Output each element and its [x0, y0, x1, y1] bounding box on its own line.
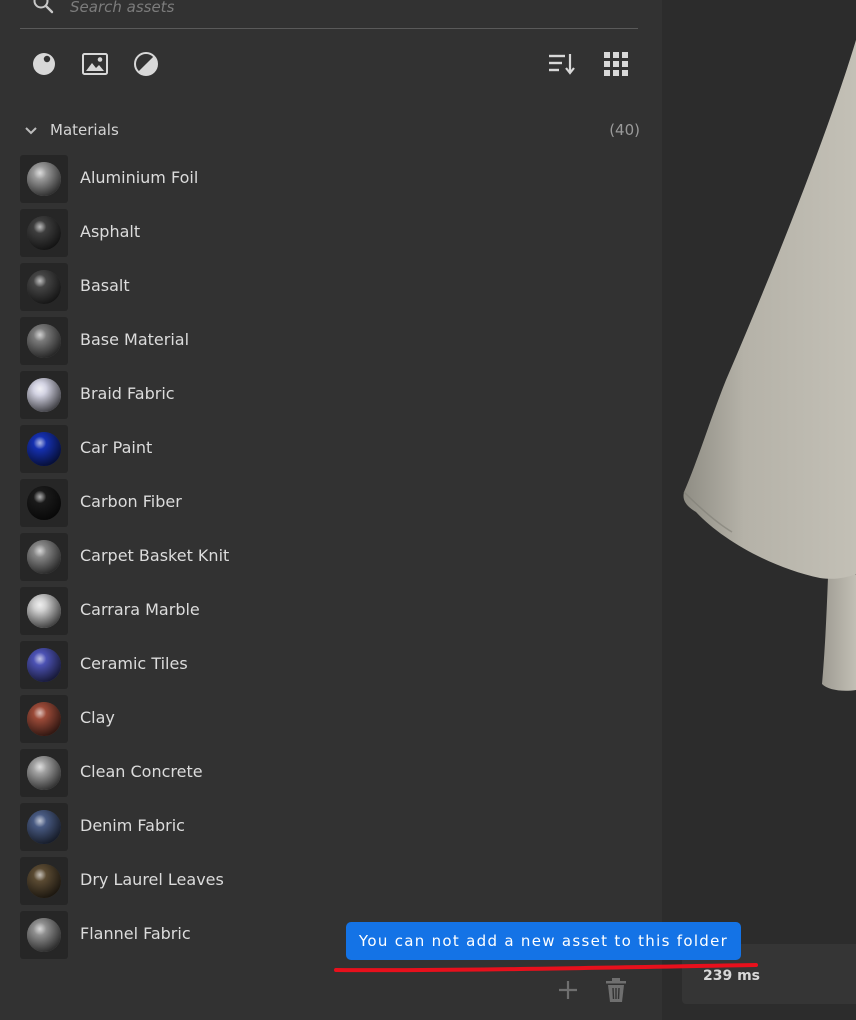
material-sphere-icon [27, 270, 61, 304]
material-thumbnail [20, 695, 68, 743]
material-thumbnail [20, 425, 68, 473]
list-item[interactable]: Basalt [20, 262, 660, 316]
list-item[interactable]: Base Material [20, 316, 660, 370]
material-thumbnail [20, 911, 68, 959]
material-sphere-icon [27, 432, 61, 466]
material-name: Denim Fabric [80, 816, 185, 835]
material-name: Carbon Fiber [80, 492, 182, 511]
list-item[interactable]: Dry Laurel Leaves [20, 856, 660, 910]
list-item[interactable]: Carrara Marble [20, 586, 660, 640]
red-underline-annotation [334, 963, 758, 973]
search-input[interactable] [68, 0, 612, 20]
trash-icon [606, 978, 626, 1002]
sort-button[interactable] [548, 50, 576, 78]
material-sphere-icon [27, 918, 61, 952]
grid-view-icon [604, 52, 628, 76]
material-thumbnail [20, 317, 68, 365]
list-item[interactable]: Clay [20, 694, 660, 748]
list-item[interactable]: Car Paint [20, 424, 660, 478]
material-sphere-icon [33, 53, 55, 75]
grid-view-button[interactable] [602, 50, 630, 78]
environment-filter-button[interactable] [132, 50, 160, 78]
material-name: Braid Fabric [80, 384, 175, 403]
material-name: Basalt [80, 276, 130, 295]
list-item[interactable]: Carbon Fiber [20, 478, 660, 532]
3d-viewport[interactable]: 239 ms [662, 0, 856, 1020]
plus-icon [559, 981, 577, 999]
material-name: Dry Laurel Leaves [80, 870, 224, 889]
list-item[interactable]: Denim Fabric [20, 802, 660, 856]
sort-icon [549, 54, 575, 75]
list-item[interactable]: Braid Fabric [20, 370, 660, 424]
add-asset-button[interactable] [554, 976, 582, 1004]
toast-message: You can not add a new asset to this fold… [346, 922, 741, 960]
3d-model [683, 40, 856, 691]
material-name: Car Paint [80, 438, 153, 457]
material-name: Flannel Fabric [80, 924, 191, 943]
material-name: Carrara Marble [80, 600, 200, 619]
material-name: Aluminium Foil [80, 168, 199, 187]
material-name: Base Material [80, 330, 190, 349]
material-thumbnail [20, 209, 68, 257]
list-item[interactable]: Asphalt [20, 208, 660, 262]
list-item[interactable]: Clean Concrete [20, 748, 660, 802]
delete-asset-button[interactable] [602, 976, 630, 1004]
list-item[interactable]: Aluminium Foil [20, 154, 660, 208]
section-title: Materials [50, 121, 119, 139]
material-sphere-icon [27, 756, 61, 790]
material-thumbnail [20, 857, 68, 905]
material-sphere-icon [27, 810, 61, 844]
material-list: Aluminium Foil Asphalt Basalt Base Mater… [20, 154, 660, 964]
material-sphere-icon [27, 486, 61, 520]
material-thumbnail [20, 803, 68, 851]
list-item[interactable]: Ceramic Tiles [20, 640, 660, 694]
material-thumbnail [20, 641, 68, 689]
section-count: (40) [609, 121, 640, 139]
material-thumbnail [20, 587, 68, 635]
material-sphere-icon [27, 702, 61, 736]
material-name: Clay [80, 708, 115, 727]
chevron-down-icon [24, 123, 38, 137]
image-icon [82, 53, 108, 75]
material-sphere-icon [27, 864, 61, 898]
material-name: Ceramic Tiles [80, 654, 188, 673]
material-thumbnail [20, 533, 68, 581]
image-filter-button[interactable] [81, 50, 109, 78]
materials-section-header[interactable]: Materials (40) [20, 118, 640, 144]
list-item[interactable]: Carpet Basket Knit [20, 532, 660, 586]
material-sphere-icon [27, 324, 61, 358]
material-thumbnail [20, 479, 68, 527]
material-sphere-icon [27, 540, 61, 574]
material-name: Asphalt [80, 222, 141, 241]
assets-panel: Materials (40) Aluminium Foil Asphalt Ba… [0, 0, 662, 1020]
material-sphere-icon [27, 162, 61, 196]
contrast-icon [134, 52, 158, 76]
material-sphere-icon [27, 378, 61, 412]
app-window: Materials (40) Aluminium Foil Asphalt Ba… [0, 0, 856, 1020]
material-name: Carpet Basket Knit [80, 546, 230, 565]
material-filter-button[interactable] [30, 50, 58, 78]
material-thumbnail [20, 749, 68, 797]
material-sphere-icon [27, 594, 61, 628]
material-sphere-icon [27, 648, 61, 682]
search-bar[interactable] [20, 0, 638, 29]
material-sphere-icon [27, 216, 61, 250]
material-thumbnail [20, 263, 68, 311]
material-name: Clean Concrete [80, 762, 203, 781]
material-thumbnail [20, 371, 68, 419]
search-icon [32, 0, 54, 14]
material-thumbnail [20, 155, 68, 203]
